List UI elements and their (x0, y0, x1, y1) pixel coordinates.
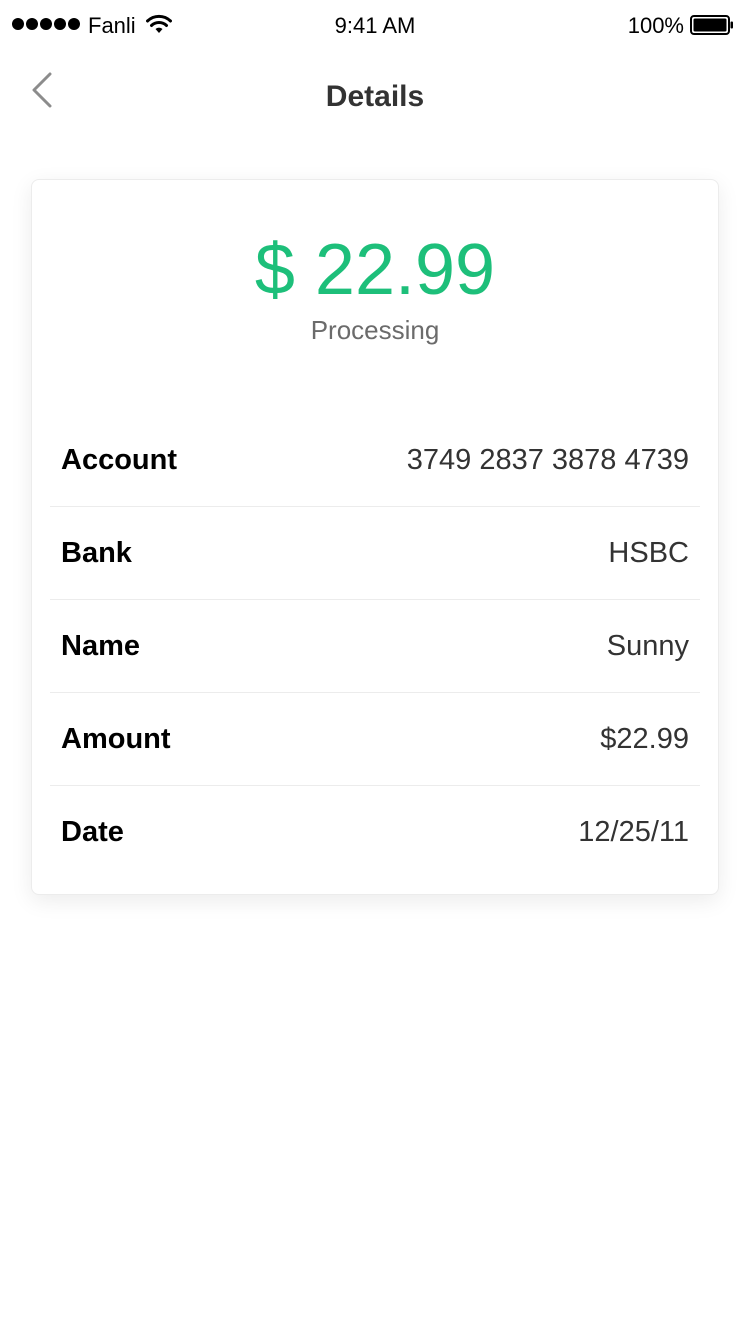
transaction-amount: $ 22.99 (254, 230, 496, 310)
detail-row-bank: Bank HSBC (50, 507, 700, 600)
detail-label: Account (61, 443, 177, 476)
detail-label: Amount (61, 722, 171, 755)
detail-row-account: Account 3749 2837 3878 4739 (50, 414, 700, 507)
detail-row-date: Date 12/25/11 (50, 786, 700, 878)
detail-value: HSBC (608, 536, 689, 569)
detail-value: Sunny (606, 629, 689, 662)
detail-label: Name (61, 629, 140, 662)
detail-row-amount: Amount $22.99 (50, 693, 700, 786)
detail-value: 12/25/11 (578, 815, 689, 848)
detail-value: $22.99 (600, 722, 689, 755)
transaction-card: $ 22.99 Processing Account 3749 2837 387… (31, 179, 719, 895)
detail-value: 3749 2837 3878 4739 (406, 443, 689, 476)
battery-icon (690, 15, 733, 35)
detail-label: Bank (61, 536, 132, 569)
battery-percentage: 100% (627, 13, 684, 38)
detail-label: Date (61, 815, 124, 848)
detail-row-name: Name Sunny (50, 600, 700, 693)
transaction-status: Processing (310, 315, 440, 345)
status-bar: Fanli 9:41 AM 100% (0, 0, 750, 48)
detail-list: Account 3749 2837 3878 4739 Bank HSBC Na… (50, 414, 700, 878)
page-title: Details (325, 80, 425, 113)
